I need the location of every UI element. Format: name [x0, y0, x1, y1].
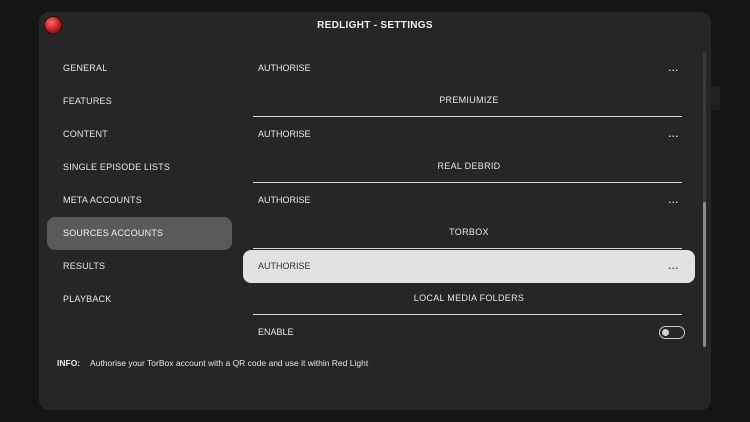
setting-value-ellipsis: ...: [668, 261, 679, 271]
sidebar-item-general[interactable]: GENERAL: [47, 52, 232, 85]
settings-scrollbar[interactable]: [703, 52, 706, 347]
setting-label: AUTHORISE: [258, 129, 311, 139]
section-header-label: TORBOX: [449, 227, 489, 237]
info-label: INFO:: [57, 358, 81, 368]
section-divider: [253, 116, 682, 117]
dialog-title: REDLIGHT - SETTINGS: [317, 20, 433, 31]
section-header-label: PREMIUMIZE: [439, 95, 499, 105]
setting-row-authorise-torbox[interactable]: AUTHORISE ...: [243, 250, 695, 283]
sidebar-item-meta-accounts[interactable]: META ACCOUNTS: [47, 184, 232, 217]
sidebar-item-results[interactable]: RESULTS: [47, 250, 232, 283]
setting-label: AUTHORISE: [258, 63, 311, 73]
section-header-label: LOCAL MEDIA FOLDERS: [413, 293, 525, 303]
section-header-premiumize: PREMIUMIZE: [243, 85, 695, 118]
dialog-titlebar: REDLIGHT - SETTINGS: [39, 12, 711, 40]
section-divider: [253, 182, 682, 183]
settings-dialog: REDLIGHT - SETTINGS GENERAL FEATURES CON…: [39, 12, 711, 410]
setting-row-authorise-real-debrid[interactable]: AUTHORISE ...: [243, 184, 695, 217]
section-divider: [253, 314, 682, 315]
redlight-logo-icon: [45, 17, 61, 33]
section-header-torbox: TORBOX: [243, 217, 695, 250]
toggle-knob: [662, 328, 669, 336]
setting-label: ENABLE: [258, 327, 294, 337]
info-text: Authorise your TorBox account with a QR …: [90, 358, 369, 368]
sidebar-item-content[interactable]: CONTENT: [47, 118, 232, 151]
setting-value-ellipsis: ...: [668, 63, 679, 73]
setting-value-ellipsis: ...: [668, 195, 679, 205]
setting-row-authorise-premiumize[interactable]: AUTHORISE ...: [243, 118, 695, 151]
section-header-label: REAL DEBRID: [437, 161, 501, 171]
setting-row-authorise[interactable]: AUTHORISE ...: [243, 52, 695, 85]
setting-row-enable[interactable]: ENABLE: [243, 316, 695, 349]
section-header-real-debrid: REAL DEBRID: [243, 151, 695, 184]
setting-label: AUTHORISE: [258, 261, 311, 271]
setting-label: AUTHORISE: [258, 195, 311, 205]
section-header-local-media-folders: LOCAL MEDIA FOLDERS: [243, 283, 695, 316]
scrollbar-thumb[interactable]: [703, 202, 706, 347]
enable-toggle[interactable]: [659, 326, 685, 339]
info-bar: INFO: Authorise your TorBox account with…: [57, 358, 368, 368]
setting-value-ellipsis: ...: [668, 129, 679, 139]
sidebar-item-sources-accounts[interactable]: SOURCES ACCOUNTS: [47, 217, 232, 250]
section-divider: [253, 248, 682, 249]
settings-sidebar: GENERAL FEATURES CONTENT SINGLE EPISODE …: [47, 52, 232, 316]
sidebar-item-single-episode-lists[interactable]: SINGLE EPISODE LISTS: [47, 151, 232, 184]
sidebar-item-features[interactable]: FEATURES: [47, 85, 232, 118]
sidebar-item-playback[interactable]: PLAYBACK: [47, 283, 232, 316]
settings-list: AUTHORISE ... PREMIUMIZE AUTHORISE ... R…: [243, 52, 695, 349]
